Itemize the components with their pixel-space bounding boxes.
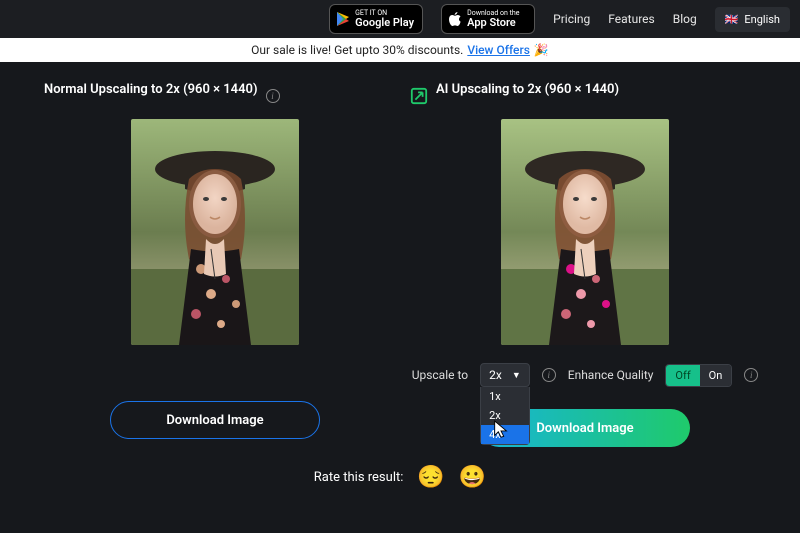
info-icon[interactable]: i [542,368,556,382]
promo-emoji: 🎉 [534,43,549,57]
top-navbar: GET IT ON Google Play Download on the Ap… [0,0,800,38]
rate-happy-emoji[interactable]: 😀 [459,465,486,490]
rate-label: Rate this result: [314,470,404,485]
info-icon[interactable]: i [744,368,758,382]
promo-banner: Our sale is live! Get upto 30% discounts… [0,38,800,62]
enhance-quality-label: Enhance Quality [568,368,654,382]
uk-flag-icon: 🇬🇧 [725,13,739,26]
nav-pricing[interactable]: Pricing [553,12,590,26]
upscale-dropdown: 1x 2x 4x [480,387,530,445]
upscale-to-label: Upscale to [412,368,468,382]
rate-sad-emoji[interactable]: 😔 [417,465,444,490]
comparison-container: Normal Upscaling to 2x (960 × 1440) i [0,62,800,447]
upscale-option-4x[interactable]: 4x [481,425,529,444]
ai-panel-title: AI Upscaling to 2x (960 × 1440) [436,82,619,97]
ai-upscale-panel: AI Upscaling to 2x (960 × 1440) [410,82,760,447]
upscale-current-value: 2x [489,368,502,382]
ai-upscale-icon [410,87,428,105]
apple-icon [448,11,462,27]
normal-panel-title: Normal Upscaling to 2x (960 × 1440) [40,82,258,97]
upscale-select[interactable]: 2x ▼ 1x 2x 4x [480,363,530,387]
google-play-big: Google Play [355,17,414,28]
enhance-quality-toggle[interactable]: Off On [665,364,732,387]
info-icon[interactable]: i [266,89,280,103]
normal-upscale-panel: Normal Upscaling to 2x (960 × 1440) i [40,82,390,447]
nav-features[interactable]: Features [608,12,654,26]
google-play-icon [336,11,350,27]
ai-controls: Upscale to 2x ▼ 1x 2x 4x i Enhance Quali… [410,363,760,387]
chevron-down-icon: ▼ [512,370,521,381]
toggle-on[interactable]: On [700,365,732,386]
google-play-badge[interactable]: GET IT ON Google Play [329,4,423,34]
ai-preview-image [501,119,669,345]
toggle-off[interactable]: Off [666,365,699,386]
rate-result-row: Rate this result: 😔 😀 [0,465,800,490]
language-selector[interactable]: 🇬🇧 English [715,7,790,32]
upscale-option-1x[interactable]: 1x [481,387,529,406]
nav-blog[interactable]: Blog [673,12,697,26]
download-normal-button[interactable]: Download Image [110,401,320,439]
app-store-big: App Store [467,17,519,28]
normal-preview-image [131,119,299,345]
promo-link[interactable]: View Offers [467,43,530,57]
app-store-badge[interactable]: Download on the App Store [441,4,535,34]
language-label: English [744,13,780,26]
promo-text: Our sale is live! Get upto 30% discounts… [251,43,463,57]
upscale-option-2x[interactable]: 2x [481,406,529,425]
